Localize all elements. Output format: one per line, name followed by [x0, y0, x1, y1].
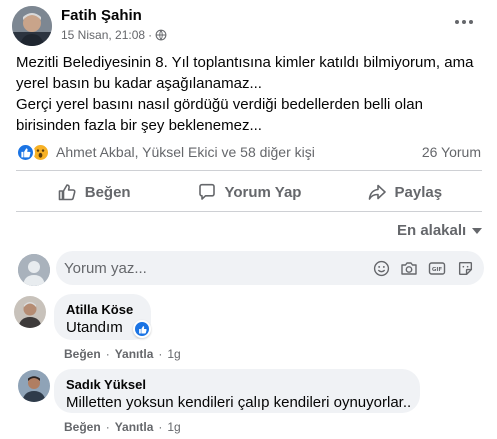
action-separator: · [105, 347, 110, 361]
sort-label: En alakalı [397, 222, 467, 239]
thumbs-up-icon [58, 184, 76, 201]
comment-button[interactable]: Yorum Yap [171, 175, 326, 209]
comment-sort-dropdown[interactable]: En alakalı [397, 222, 483, 239]
comment-label: Yorum Yap [224, 183, 302, 201]
action-separator: · [158, 420, 163, 434]
sticker-icon[interactable] [456, 259, 474, 277]
comment-reply-button[interactable]: Yanıtla [115, 347, 154, 361]
more-dot-icon [469, 20, 473, 24]
emoji-icon[interactable] [372, 259, 390, 277]
comment-like-reaction-icon[interactable] [133, 320, 151, 338]
commenter-name[interactable]: Atilla Köse [66, 302, 139, 317]
like-label: Beğen [84, 183, 131, 201]
post-date[interactable]: 15 Nisan, 21:08 [61, 28, 145, 42]
comment-count[interactable]: 26 Yorum [422, 144, 481, 160]
camera-icon[interactable] [400, 259, 418, 277]
comment-reply-button[interactable]: Yanıtla [115, 420, 154, 434]
share-arrow-icon [368, 184, 386, 200]
post-body: Mezitli Belediyesinin 8. Yıl toplantısın… [16, 52, 486, 136]
post-actions: Beğen Yorum Yap Paylaş [16, 175, 482, 209]
reactions-bar: Ahmet Akbal, Yüksel Ekici ve 58 diğer ki… [16, 141, 482, 163]
comment-time[interactable]: 1g [167, 347, 180, 361]
post-line: Gerçi yerel basını nasıl gördüğü verdiği… [16, 96, 423, 113]
like-button[interactable]: Beğen [16, 175, 171, 209]
commenter-avatar[interactable] [18, 370, 50, 402]
more-dot-icon [455, 20, 459, 24]
comment-actions: Beğen · Yanıtla · 1g [64, 420, 181, 434]
comment-like-button[interactable]: Beğen [64, 420, 101, 434]
more-options-button[interactable] [449, 10, 479, 34]
author-avatar[interactable] [12, 6, 52, 46]
commenter-avatar[interactable] [14, 296, 46, 328]
action-separator: · [158, 347, 163, 361]
comment-placeholder: Yorum yaz... [64, 259, 147, 277]
comment-bubble: Sadık Yüksel Milletten yoksun kendileri … [54, 369, 420, 413]
svg-text:GIF: GIF [432, 267, 443, 273]
reaction-summary[interactable]: Ahmet Akbal, Yüksel Ekici ve 58 diğer ki… [56, 144, 315, 160]
divider [16, 170, 482, 171]
comment-time[interactable]: 1g [167, 420, 180, 434]
more-dot-icon [462, 20, 466, 24]
like-icon[interactable] [16, 142, 35, 162]
share-label: Paylaş [394, 183, 443, 201]
globe-icon [155, 29, 167, 41]
reaction-icons[interactable] [16, 142, 50, 162]
composer-tools: GIF [372, 259, 484, 277]
comment-text: Milletten yoksun kendileri çalıp kendile… [66, 394, 412, 411]
share-button[interactable]: Paylaş [327, 175, 482, 209]
post-line: yerel basın bu kadar aşağılanamaz... [16, 75, 262, 92]
post-line: birisinden fazla bir şey beklenemez... [16, 117, 262, 134]
meta-separator: · [148, 28, 153, 42]
current-user-avatar[interactable] [18, 254, 50, 286]
post-meta: 15 Nisan, 21:08 · [61, 28, 167, 42]
comment-actions: Beğen · Yanıtla · 1g [64, 347, 181, 361]
comment-text: Utandım [66, 319, 123, 336]
divider [16, 211, 482, 212]
gif-icon[interactable]: GIF [428, 259, 446, 277]
caret-down-icon [472, 227, 483, 234]
author-name[interactable]: Fatih Şahin [61, 7, 142, 24]
comment-like-button[interactable]: Beğen [64, 347, 101, 361]
commenter-name[interactable]: Sadık Yüksel [66, 377, 408, 392]
speech-bubble-icon [198, 183, 215, 200]
action-separator: · [105, 420, 110, 434]
post-line: Mezitli Belediyesinin 8. Yıl toplantısın… [16, 54, 474, 71]
comment-input[interactable]: Yorum yaz... GIF [56, 251, 484, 285]
